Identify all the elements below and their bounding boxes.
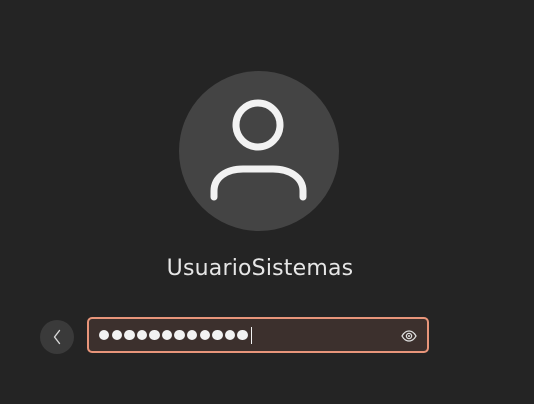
- username-label: UsuarioSistemas: [166, 256, 354, 281]
- reveal-password-button[interactable]: [400, 327, 418, 345]
- password-dot: [199, 329, 211, 341]
- user-avatar: [179, 71, 339, 231]
- password-dot: [237, 329, 248, 341]
- password-dot: [212, 329, 223, 341]
- password-dot: [99, 329, 110, 341]
- chevron-left-icon: [53, 329, 61, 345]
- password-field[interactable]: [87, 317, 429, 353]
- password-dot: [224, 329, 236, 341]
- password-mask: [99, 329, 248, 341]
- password-dot: [124, 329, 135, 341]
- password-dot: [149, 329, 160, 341]
- password-dot: [174, 329, 185, 341]
- password-dot: [161, 329, 173, 341]
- login-screen: UsuarioSistemas: [0, 0, 534, 404]
- eye-icon: [401, 330, 417, 342]
- password-dot: [111, 329, 122, 341]
- password-dot: [187, 329, 198, 341]
- text-caret: [250, 326, 253, 344]
- password-dot: [136, 329, 148, 341]
- back-button[interactable]: [40, 320, 74, 354]
- person-icon: [210, 99, 307, 201]
